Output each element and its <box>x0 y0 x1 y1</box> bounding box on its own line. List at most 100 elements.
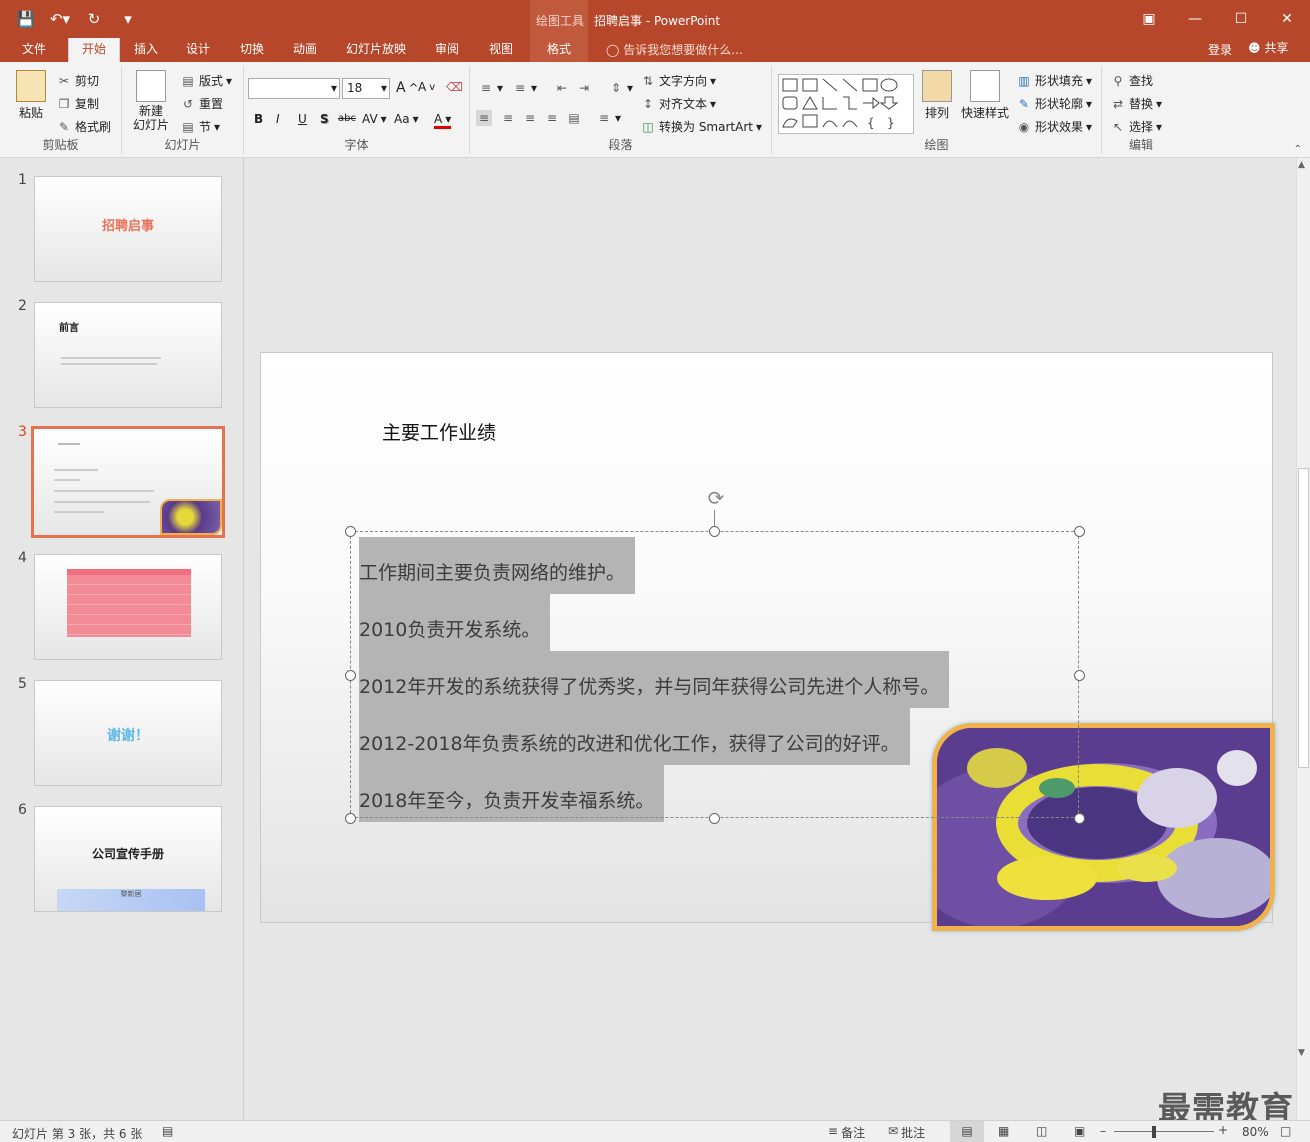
login-link[interactable]: 登录 <box>1208 41 1232 58</box>
align-left-button[interactable]: ≡ <box>476 110 492 126</box>
slide-title[interactable]: 主要工作业绩 <box>382 418 496 445</box>
tab-animations[interactable]: 动画 <box>282 38 328 62</box>
select-button[interactable]: ↖ 选择 ▾ <box>1110 118 1162 135</box>
resize-handle-bottom-left[interactable] <box>345 813 356 824</box>
grow-font-button[interactable]: A ^ <box>396 80 418 96</box>
bullets-button[interactable]: ≡ ▾ <box>478 80 503 96</box>
normal-view-button[interactable]: ▤ <box>950 1121 984 1142</box>
textbox-selection-frame[interactable] <box>350 531 1079 818</box>
undo-icon[interactable]: ↶▾ <box>48 9 72 29</box>
tab-format[interactable]: 格式 <box>530 38 588 62</box>
line-spacing-button[interactable]: ⇕ ▾ <box>608 80 633 96</box>
share-button[interactable]: ☻ 共享 <box>1248 39 1288 56</box>
paste-button[interactable]: 粘贴 <box>12 70 50 121</box>
italic-button[interactable]: I <box>276 112 280 126</box>
slideshow-view-button[interactable]: ▣ <box>1074 1124 1085 1138</box>
slide-thumbnail-4[interactable] <box>34 554 222 660</box>
format-painter-button[interactable]: ✎ 格式刷 <box>56 118 111 135</box>
align-center-button[interactable]: ≡ <box>500 110 516 126</box>
underline-button[interactable]: U <box>298 112 307 126</box>
arrange-button[interactable]: 排列 <box>920 70 954 121</box>
slide-thumbnail-5[interactable]: 谢谢！ <box>34 680 222 786</box>
tell-me-box[interactable]: ◯ 告诉我您想要做什么... <box>606 41 743 58</box>
ribbon-display-options-icon[interactable]: ▣ <box>1126 0 1172 38</box>
tab-slideshow[interactable]: 幻灯片放映 <box>338 38 414 62</box>
font-color-button[interactable]: A ▾ <box>434 112 452 129</box>
rotate-handle-icon[interactable]: ⟳ <box>704 486 728 510</box>
align-right-button[interactable]: ≡ <box>522 110 538 126</box>
align-text-button[interactable]: ↕ 对齐文本 ▾ <box>640 95 716 112</box>
tab-file[interactable]: 文件 <box>10 38 58 62</box>
section-button[interactable]: ▤ 节 ▾ <box>180 118 220 135</box>
cut-button[interactable]: ✂ 剪切 <box>56 72 99 89</box>
redo-icon[interactable]: ↻ <box>82 9 106 29</box>
resize-handle-left[interactable] <box>345 670 356 681</box>
zoom-level[interactable]: 80% <box>1242 1125 1269 1139</box>
justify-button[interactable]: ≡ <box>544 110 560 126</box>
slide-thumbnail-6[interactable]: 公司宣传手册 黎新居 <box>34 806 222 912</box>
reset-button[interactable]: ↺ 重置 <box>180 95 223 112</box>
shape-fill-button[interactable]: ▥ 形状填充 ▾ <box>1016 72 1092 89</box>
resize-handle-top-left[interactable] <box>345 526 356 537</box>
slide-thumbnail-2[interactable]: 前言 <box>34 302 222 408</box>
zoom-in-button[interactable]: + <box>1218 1123 1228 1137</box>
tab-review[interactable]: 审阅 <box>424 38 470 62</box>
resize-handle-bottom-right[interactable] <box>1074 813 1085 824</box>
text-shadow-button[interactable]: S <box>320 112 329 126</box>
comments-button[interactable]: ✉ 批注 <box>888 1124 925 1141</box>
resize-handle-top[interactable] <box>709 526 720 537</box>
slide-thumbnail-3[interactable] <box>31 426 225 538</box>
scroll-down-icon[interactable]: ▼ <box>1298 1048 1305 1058</box>
reading-view-button[interactable]: ◫ <box>1036 1124 1047 1138</box>
tab-design[interactable]: 设计 <box>176 38 220 62</box>
columns-button[interactable]: ≡ ▾ <box>596 110 621 126</box>
shapes-gallery[interactable]: {} <box>778 74 914 134</box>
close-button[interactable]: ✕ <box>1264 0 1310 38</box>
distributed-button[interactable]: ▤ <box>566 110 582 126</box>
zoom-out-button[interactable]: – <box>1100 1124 1106 1138</box>
resize-handle-bottom[interactable] <box>709 813 720 824</box>
minimize-button[interactable]: — <box>1172 0 1218 38</box>
char-spacing-button[interactable]: AV ▾ <box>362 112 387 126</box>
spell-check-icon[interactable]: ▤ <box>162 1124 173 1138</box>
font-name-dropdown[interactable]: ▾ <box>248 78 340 99</box>
replace-button[interactable]: ⇄ 替换 ▾ <box>1110 95 1162 112</box>
maximize-button[interactable]: ☐ <box>1218 0 1264 38</box>
resize-handle-right[interactable] <box>1074 670 1085 681</box>
shrink-font-button[interactable]: Av <box>418 80 435 94</box>
tab-transitions[interactable]: 切换 <box>228 38 276 62</box>
new-slide-button[interactable]: 新建 幻灯片 <box>126 70 176 132</box>
change-case-button[interactable]: Aa ▾ <box>394 112 419 126</box>
collapse-ribbon-icon[interactable]: ⌃ <box>1294 144 1302 155</box>
shape-effects-button[interactable]: ◉ 形状效果 ▾ <box>1016 118 1092 135</box>
zoom-slider-thumb[interactable] <box>1152 1126 1156 1138</box>
font-size-dropdown[interactable]: 18 ▾ <box>342 78 390 99</box>
numbering-button[interactable]: ≡ ▾ <box>512 80 537 96</box>
quick-styles-button[interactable]: 快速样式 <box>958 70 1012 121</box>
scrollbar-thumb[interactable] <box>1298 468 1309 768</box>
bold-button[interactable]: B <box>254 112 263 126</box>
decrease-indent-button[interactable]: ⇤ <box>554 80 570 96</box>
slide-sorter-view-button[interactable]: ▦ <box>998 1124 1009 1138</box>
tab-home[interactable]: 开始 <box>68 38 120 62</box>
notes-button[interactable]: ≡ 备注 <box>828 1124 865 1141</box>
text-direction-button[interactable]: ⇅ 文字方向 ▾ <box>640 72 716 89</box>
resize-handle-top-right[interactable] <box>1074 526 1085 537</box>
clear-formatting-icon[interactable]: ⌫ <box>446 80 463 94</box>
scroll-up-icon[interactable]: ▲ <box>1298 160 1305 170</box>
find-button[interactable]: ⚲ 查找 <box>1110 72 1153 89</box>
strikethrough-button[interactable]: abc <box>338 113 356 124</box>
layout-button[interactable]: ▤ 版式 ▾ <box>180 72 232 89</box>
fit-to-window-icon[interactable]: □ <box>1280 1124 1291 1138</box>
save-icon[interactable]: 💾 <box>14 9 38 29</box>
vertical-scrollbar[interactable]: ▲ ▼ <box>1296 158 1310 1120</box>
tab-view[interactable]: 视图 <box>478 38 524 62</box>
tab-insert[interactable]: 插入 <box>124 38 168 62</box>
smartart-button[interactable]: ◫ 转换为 SmartArt ▾ <box>640 118 762 135</box>
slide-thumbnail-1[interactable]: 招聘启事 <box>34 176 222 282</box>
increase-indent-button[interactable]: ⇥ <box>576 80 592 96</box>
shape-outline-button[interactable]: ✎ 形状轮廓 ▾ <box>1016 95 1092 112</box>
copy-button[interactable]: ❐ 复制 <box>56 95 99 112</box>
customize-qat-icon[interactable]: ▾ <box>116 9 140 29</box>
zoom-slider[interactable] <box>1114 1131 1214 1132</box>
